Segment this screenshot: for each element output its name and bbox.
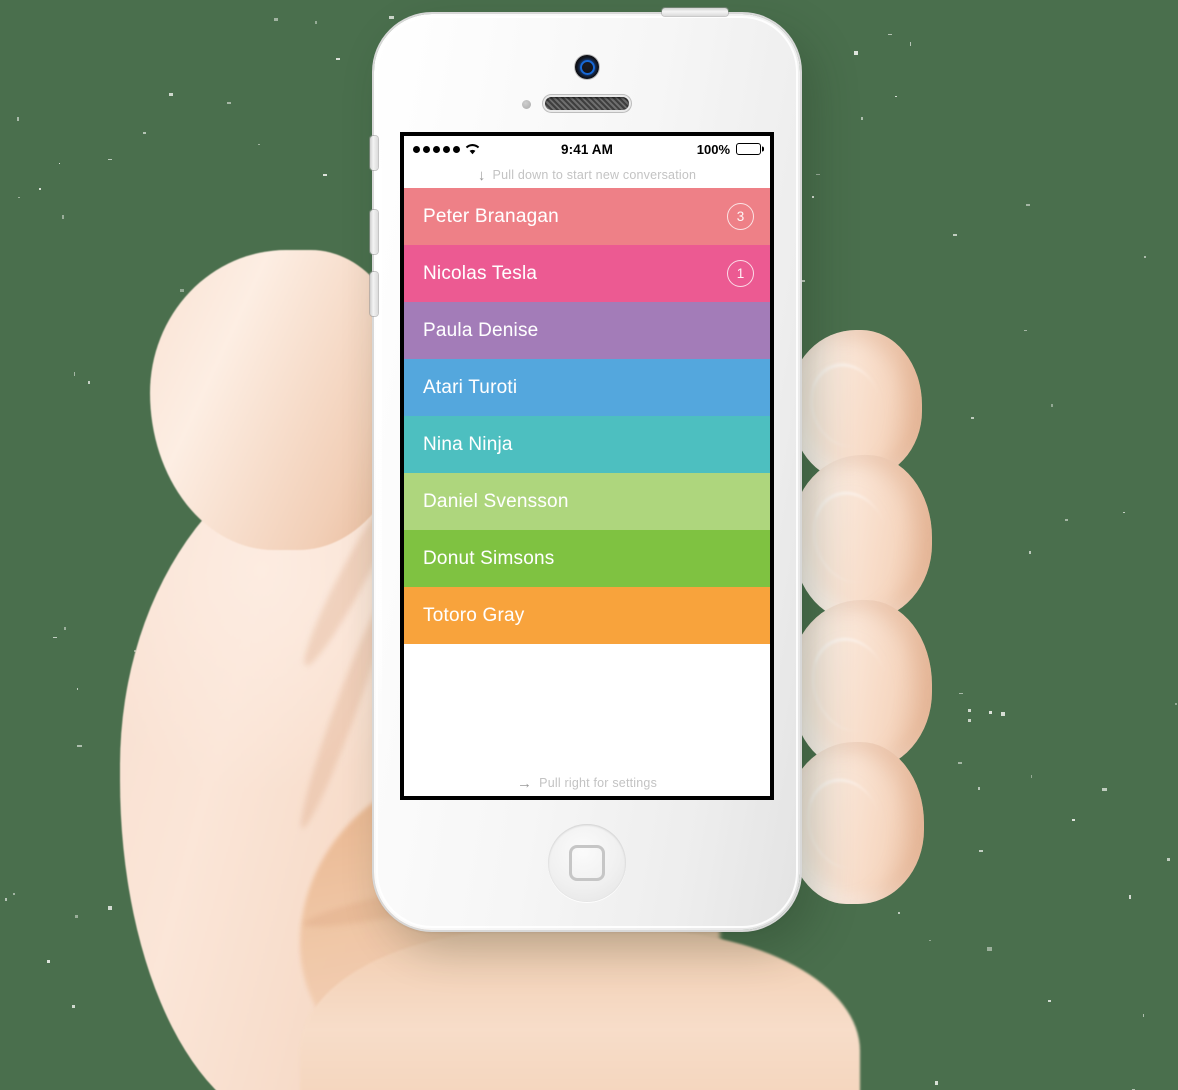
wifi-icon: [465, 143, 480, 155]
arrow-right-icon: →: [516, 774, 533, 792]
conversation-row[interactable]: Nicolas Tesla 1: [404, 245, 770, 302]
battery-percent-label: 100%: [696, 141, 730, 157]
status-bar-left: [413, 143, 480, 155]
volume-up-button[interactable]: [370, 210, 378, 254]
pull-down-hint-label: Pull down to start new conversation: [492, 168, 697, 182]
middle-finger: [792, 455, 932, 620]
scene: 9:41 AM 100% ↓ Pull down to start new co…: [0, 0, 1178, 1090]
conversation-name: Paula Denise: [423, 319, 539, 341]
status-bar: 9:41 AM 100%: [404, 136, 770, 162]
volume-down-button[interactable]: [370, 272, 378, 316]
power-button[interactable]: [662, 8, 728, 16]
pull-right-hint-label: Pull right for settings: [539, 776, 658, 790]
conversation-name: Peter Branagan: [423, 205, 559, 227]
conversation-row[interactable]: Donut Simsons: [404, 530, 770, 587]
signal-dots-icon: [413, 145, 460, 153]
conversation-name: Nicolas Tesla: [423, 262, 538, 284]
home-button[interactable]: [548, 824, 626, 902]
conversation-row[interactable]: Paula Denise: [404, 302, 770, 359]
arrow-down-icon: ↓: [477, 166, 486, 184]
conversation-name: Totoro Gray: [423, 604, 525, 626]
screen-bezel: 9:41 AM 100% ↓ Pull down to start new co…: [400, 132, 774, 800]
silent-switch[interactable]: [370, 136, 378, 170]
little-finger: [786, 742, 924, 904]
conversation-row[interactable]: Nina Ninja: [404, 416, 770, 473]
conversation-name: Daniel Svensson: [423, 490, 569, 512]
conversation-name: Donut Simsons: [423, 547, 555, 569]
conversation-row[interactable]: Atari Turoti: [404, 359, 770, 416]
battery-full-icon: [736, 143, 761, 155]
pull-down-hint[interactable]: ↓ Pull down to start new conversation: [404, 162, 770, 188]
unread-badge: 1: [727, 260, 754, 287]
conversation-row[interactable]: Daniel Svensson: [404, 473, 770, 530]
status-bar-right: 100%: [697, 142, 761, 157]
conversation-row[interactable]: Peter Branagan 3: [404, 188, 770, 245]
empty-list-area: [404, 644, 770, 770]
conversation-list: Peter Branagan 3 Nicolas Tesla 1 Paula Denis…: [404, 188, 770, 770]
unread-badge: 3: [727, 203, 754, 230]
conversation-name: Atari Turoti: [423, 376, 518, 398]
conversation-name: Nina Ninja: [423, 433, 513, 455]
pull-right-hint[interactable]: → Pull right for settings: [404, 770, 770, 796]
screen: 9:41 AM 100% ↓ Pull down to start new co…: [404, 136, 770, 796]
proximity-sensor-icon: [522, 100, 531, 109]
conversation-row[interactable]: Totoro Gray: [404, 587, 770, 644]
earpiece-speaker-icon: [545, 97, 629, 110]
iphone-device: 9:41 AM 100% ↓ Pull down to start new co…: [370, 8, 800, 930]
front-camera-icon: [575, 55, 599, 79]
